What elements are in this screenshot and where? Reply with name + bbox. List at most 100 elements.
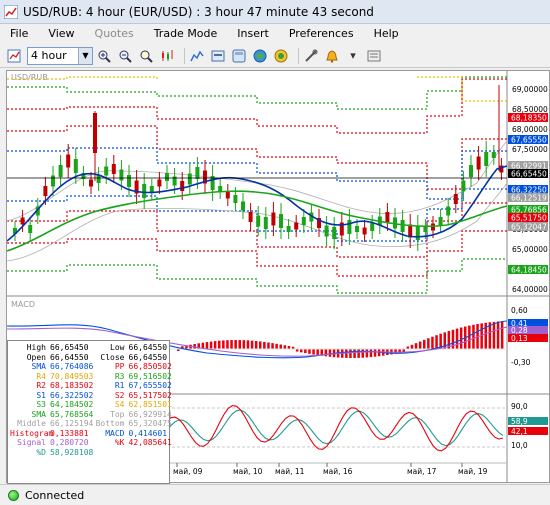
data-window-cell: R4 70,849503 — [10, 372, 93, 382]
menu-view[interactable]: View — [38, 24, 84, 44]
macd-histogram-bar — [414, 343, 418, 349]
candle-body — [400, 220, 405, 232]
macd-histogram-bar — [423, 339, 426, 349]
timeframe-value: 4 hour — [31, 49, 67, 62]
data-window-key: Signal — [17, 438, 46, 447]
zoom-in-icon[interactable] — [96, 48, 112, 64]
globe-icon[interactable] — [252, 48, 268, 64]
data-window-cell: Open 66,64550 — [10, 353, 89, 363]
macd-histogram-bar — [369, 349, 373, 358]
data-window-cell: R2 68,183502 — [10, 381, 93, 391]
symbol-label: USD/RUB — [11, 73, 48, 82]
menu-preferences[interactable]: Preferences — [279, 24, 364, 44]
candle-body — [370, 223, 375, 231]
candle-body — [180, 181, 185, 191]
connection-status-text: Connected — [25, 488, 85, 502]
menu-insert[interactable]: Insert — [227, 24, 279, 44]
macd-histogram-bar — [312, 349, 315, 355]
candle-body — [385, 212, 390, 222]
macd-histogram-bar — [435, 335, 438, 349]
data-window-cell: S3 64,184502 — [10, 400, 94, 410]
color-wheel-icon[interactable] — [273, 48, 289, 64]
menu-file[interactable]: File — [0, 24, 38, 44]
data-window-cell: R3 69,516502 — [89, 372, 172, 382]
macd-histogram-bar — [275, 343, 278, 349]
menu-trade-mode[interactable]: Trade Mode — [144, 24, 228, 44]
zoom-out-icon[interactable] — [117, 48, 133, 64]
chevron-down-icon[interactable]: ▼ — [78, 47, 92, 64]
data-window-value: 0,133881 — [50, 428, 89, 438]
macd-axis-label: 0,60 — [511, 306, 528, 315]
data-window-value: 64,184502 — [50, 400, 94, 409]
data-window-key: R2 — [36, 381, 46, 390]
price-tag-label: 67,65550 — [511, 136, 547, 145]
macd-histogram-bar — [283, 345, 287, 349]
macd-histogram-bar — [205, 342, 209, 349]
candle-body — [324, 225, 329, 237]
data-window-cell: S1 66,322502 — [10, 391, 93, 401]
refresh-icon[interactable] — [210, 48, 226, 64]
data-window-cell: MACD 0,414601 — [89, 428, 167, 439]
candle-body — [241, 201, 245, 211]
macd-histogram-bar — [250, 340, 254, 349]
price-axis-label: 67,50000 — [512, 145, 548, 154]
candle-body — [279, 214, 283, 228]
data-window-key: Bottom — [95, 419, 125, 428]
templates-icon[interactable] — [231, 48, 247, 64]
data-window-row: R2 68,183502 R1 67,655502 — [10, 381, 172, 391]
data-window-value: 65,517502 — [128, 390, 172, 400]
candle-body — [157, 179, 162, 187]
data-window-value: 65,768564 — [50, 409, 94, 419]
chart-type-icon[interactable] — [159, 48, 175, 64]
data-window-key: High — [26, 343, 46, 352]
data-window-key: S3 — [36, 400, 46, 409]
price-tag-label: 64,18450 — [511, 266, 547, 275]
candle-body — [104, 166, 109, 176]
data-window-key: SMA — [31, 362, 46, 371]
settings-icon[interactable] — [366, 48, 382, 64]
candle-body — [301, 217, 306, 225]
candle-body — [149, 186, 154, 192]
macd-histogram-bar — [431, 336, 434, 349]
data-window-key: PP — [114, 362, 125, 371]
chevron-down-icon[interactable]: ▾ — [345, 48, 361, 64]
macd-histogram-bar — [308, 349, 311, 354]
macd-histogram-bar — [349, 349, 352, 358]
price-axis-label: 69,00000 — [512, 85, 548, 94]
macd-histogram-bar — [267, 342, 270, 349]
data-window-value: 62,851501 — [128, 400, 172, 409]
price-axis-label: 68,00000 — [512, 125, 548, 134]
date-label: май, 10 — [233, 467, 263, 476]
data-window-key: MACD — [105, 428, 125, 438]
macd-histogram-bar — [242, 340, 246, 349]
macd-histogram-bar — [468, 325, 471, 349]
candle-body — [73, 159, 78, 173]
price-tag-label: 66,12519 — [511, 194, 547, 203]
data-window-cell: SMA 66,764086 — [10, 362, 94, 372]
data-window-value: 42,085641 — [128, 438, 172, 447]
chart-icon[interactable] — [6, 48, 22, 64]
macd-histogram-bar — [222, 340, 225, 349]
data-window-row: Signal 0,280720 %K 42,085641 — [10, 438, 172, 448]
alert-icon[interactable] — [324, 48, 340, 64]
candle-body — [415, 226, 420, 240]
data-window-cell: %D 58,928108 — [10, 447, 94, 458]
menu-quotes[interactable]: Quotes — [85, 24, 144, 44]
tools-icon[interactable] — [303, 48, 319, 64]
macd-histogram-bar — [304, 349, 307, 354]
macd-histogram-bar — [373, 349, 377, 357]
menu-help[interactable]: Help — [364, 24, 409, 44]
magnifier-icon[interactable] — [138, 48, 154, 64]
stoch-axis-label: 58,9 — [511, 417, 528, 426]
price-tag-label: 65,32047 — [511, 223, 547, 232]
timeframe-select[interactable]: 4 hour ▼ — [27, 46, 93, 65]
macd-histogram-bar — [427, 338, 430, 349]
data-window-row: Histogram 0,133881 MACD 0,414601 — [10, 429, 167, 439]
date-axis: май, 09 май, 10 май, 11 май, 16 май, 17 май, … — [173, 463, 488, 476]
data-window-value: 58,928108 — [50, 447, 94, 457]
data-window-value: 66,64550 — [128, 343, 168, 352]
indicators-icon[interactable] — [189, 48, 205, 64]
candle-body — [248, 212, 253, 222]
data-window-cell: %K 42,085641 — [89, 438, 172, 448]
candle-body — [332, 227, 337, 239]
